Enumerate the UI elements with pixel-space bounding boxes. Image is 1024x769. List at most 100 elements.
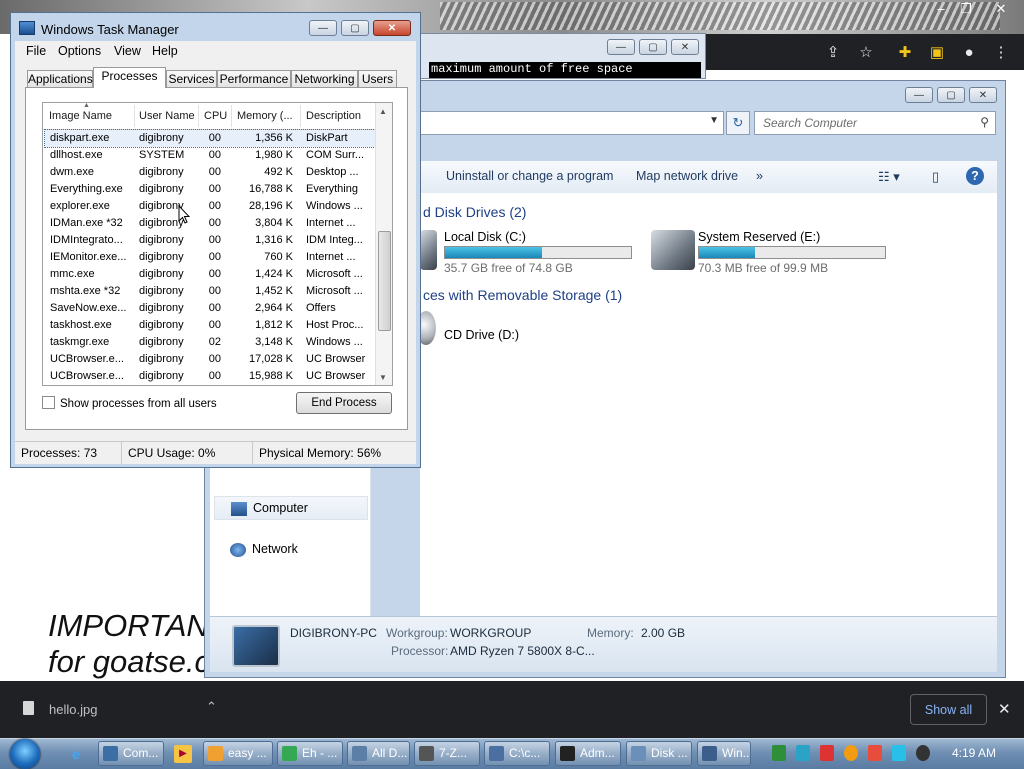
media-player-icon[interactable]: ▶ <box>174 745 192 763</box>
tray-flag-icon[interactable] <box>868 745 882 761</box>
column-memory[interactable]: Memory (... <box>237 110 293 122</box>
show-all-processes-checkbox[interactable]: Show processes from all users <box>42 396 217 410</box>
extensions-puzzle-icon[interactable]: ✚ <box>896 44 914 62</box>
explorer-maximize-button[interactable]: ▢ <box>937 87 965 103</box>
system-reserved-disk-icon[interactable] <box>651 230 695 270</box>
menu-view[interactable]: View <box>114 44 141 58</box>
download-filename[interactable]: hello.jpg <box>49 702 97 717</box>
change-view-icon[interactable]: ☷ ▾ <box>878 169 900 185</box>
checkbox-box[interactable] <box>42 396 55 409</box>
start-button[interactable] <box>10 739 40 769</box>
scroll-up-icon[interactable]: ▲ <box>379 107 387 116</box>
taskbar-item[interactable]: C:\c... <box>484 741 550 766</box>
end-process-button[interactable]: End Process <box>296 392 392 414</box>
taskbar-item[interactable]: Disk ... <box>626 741 692 766</box>
refresh-icon[interactable]: ↻ <box>726 111 750 135</box>
profile-avatar-icon[interactable]: ● <box>960 44 978 62</box>
taskbar-item[interactable]: 7-Z... <box>414 741 480 766</box>
search-icon[interactable]: ⚲ <box>980 115 989 129</box>
download-options-chevron-icon[interactable]: ⌃ <box>206 699 217 715</box>
internet-explorer-icon[interactable]: e <box>64 743 88 765</box>
address-dropdown-icon[interactable]: ▼ <box>709 115 719 126</box>
process-row[interactable]: SaveNow.exe... digibrony 00 2,964 K Offers <box>45 300 375 317</box>
process-list-scrollbar[interactable]: ▲ ▼ <box>375 103 392 385</box>
menu-file[interactable]: File <box>26 44 46 58</box>
browser-menu-icon[interactable]: ⋮ <box>992 44 1010 62</box>
taskbar-item[interactable]: Win... <box>697 741 751 766</box>
process-row[interactable]: IDMan.exe *32 digibrony 00 3,804 K Internet … <box>45 215 375 232</box>
share-icon[interactable]: ⇪ <box>824 44 842 62</box>
more-commands-button[interactable]: » <box>756 169 763 183</box>
tray-search-icon[interactable] <box>844 745 858 761</box>
tray-app-icon[interactable] <box>772 745 786 761</box>
hard-disk-drives-heading[interactable]: d Disk Drives (2) <box>423 204 526 220</box>
process-row[interactable]: Everything.exe digibrony 00 16,788 K Everyth… <box>45 181 375 198</box>
tray-display-icon[interactable] <box>892 745 906 761</box>
address-bar[interactable]: ▼ <box>420 111 724 135</box>
close-download-bar-icon[interactable]: ✕ <box>998 700 1011 718</box>
taskbar-item[interactable]: Adm... <box>555 741 621 766</box>
process-row[interactable]: dwm.exe digibrony 00 492 K Desktop ... <box>45 164 375 181</box>
taskbar-item[interactable]: easy ... <box>203 741 273 766</box>
tab-processes[interactable]: Processes <box>93 67 166 88</box>
uninstall-program-button[interactable]: Uninstall or change a program <box>446 169 613 183</box>
help-icon[interactable]: ? <box>966 167 984 185</box>
preview-pane-icon[interactable]: ▯ <box>932 169 939 185</box>
tab-users[interactable]: Users <box>358 70 397 87</box>
explorer-content: d Disk Drives (2) Local Disk (C:) 35.7 G… <box>416 193 997 616</box>
cmd-close-button[interactable]: ✕ <box>671 39 699 55</box>
process-row[interactable]: mshta.exe *32 digibrony 00 1,452 K Microsoft… <box>45 283 375 300</box>
nav-item-computer[interactable]: Computer <box>214 496 368 520</box>
process-row[interactable]: taskhost.exe digibrony 00 1,812 K Host Proc.… <box>45 317 375 334</box>
local-disk-icon[interactable] <box>420 230 437 270</box>
column-image-name[interactable]: Image Name <box>49 110 112 122</box>
taskbar-item[interactable]: Eh - ... <box>277 741 343 766</box>
map-network-drive-button[interactable]: Map network drive <box>636 169 738 183</box>
taskbar-item[interactable]: Com... <box>98 741 164 766</box>
side-panel-icon[interactable]: ▣ <box>928 44 946 62</box>
tab-applications[interactable]: Applications <box>27 70 93 87</box>
column-description[interactable]: Description <box>306 110 361 122</box>
explorer-minimize-button[interactable]: — <box>905 87 933 103</box>
bg-restore-icon[interactable]: ❐ <box>955 2 977 16</box>
tab-networking[interactable]: Networking <box>291 70 358 87</box>
bg-minimize-icon[interactable]: – <box>930 2 952 16</box>
explorer-close-button[interactable]: ✕ <box>969 87 997 103</box>
taskbar-item[interactable]: All D... <box>347 741 410 766</box>
menu-options[interactable]: Options <box>58 44 101 58</box>
removable-storage-heading[interactable]: ces with Removable Storage (1) <box>423 287 622 303</box>
process-row[interactable]: taskmgr.exe digibrony 02 3,148 K Windows ... <box>45 334 375 351</box>
cmd-maximize-button[interactable]: ▢ <box>639 39 667 55</box>
tray-antivirus-icon[interactable] <box>820 745 834 761</box>
menu-help[interactable]: Help <box>152 44 178 58</box>
cmd-minimize-button[interactable]: — <box>607 39 635 55</box>
column-cpu[interactable]: CPU <box>204 110 227 122</box>
tab-services[interactable]: Services <box>166 70 217 87</box>
bookmark-star-icon[interactable]: ☆ <box>857 44 875 62</box>
show-all-downloads-button[interactable]: Show all <box>910 694 987 725</box>
process-cell-memory: 2,964 K <box>255 302 293 314</box>
maximize-button[interactable]: ▢ <box>341 20 369 36</box>
search-input[interactable]: Search Computer ⚲ <box>754 111 996 135</box>
process-row[interactable]: UCBrowser.e... digibrony 00 15,988 K UC Brow… <box>45 368 375 385</box>
scrollbar-thumb[interactable] <box>378 231 391 331</box>
process-row[interactable]: dllhost.exe SYSTEM 00 1,980 K COM Surr... <box>45 147 375 164</box>
nav-item-network[interactable]: Network <box>214 538 366 560</box>
taskbar-clock[interactable]: 4:19 AM <box>952 746 996 760</box>
process-row[interactable]: mmc.exe digibrony 00 1,424 K Microsoft ... <box>45 266 375 283</box>
column-user-name[interactable]: User Name <box>139 110 195 122</box>
bg-close-icon[interactable]: ✕ <box>990 2 1012 16</box>
process-row[interactable]: IEMonitor.exe... digibrony 00 760 K Internet… <box>45 249 375 266</box>
process-row[interactable]: explorer.exe digibrony 00 28,196 K Windows .… <box>45 198 375 215</box>
minimize-button[interactable]: — <box>309 20 337 36</box>
process-row[interactable]: IDMIntegrato... digibrony 00 1,316 K IDM Int… <box>45 232 375 249</box>
cd-drive-d[interactable]: CD Drive (D:) <box>444 328 519 342</box>
process-row[interactable]: diskpart.exe digibrony 00 1,356 K DiskPart <box>44 129 376 148</box>
tray-network-icon[interactable] <box>796 745 810 761</box>
tray-volume-icon[interactable] <box>916 745 930 761</box>
close-button[interactable]: ✕ <box>373 20 411 36</box>
scroll-down-icon[interactable]: ▼ <box>379 373 387 382</box>
process-row[interactable]: UCBrowser.e... digibrony 00 17,028 K UC Brow… <box>45 351 375 368</box>
process-list[interactable]: Image Name ▲ User Name CPU Memory (... D… <box>42 102 393 386</box>
tab-performance[interactable]: Performance <box>217 70 291 87</box>
